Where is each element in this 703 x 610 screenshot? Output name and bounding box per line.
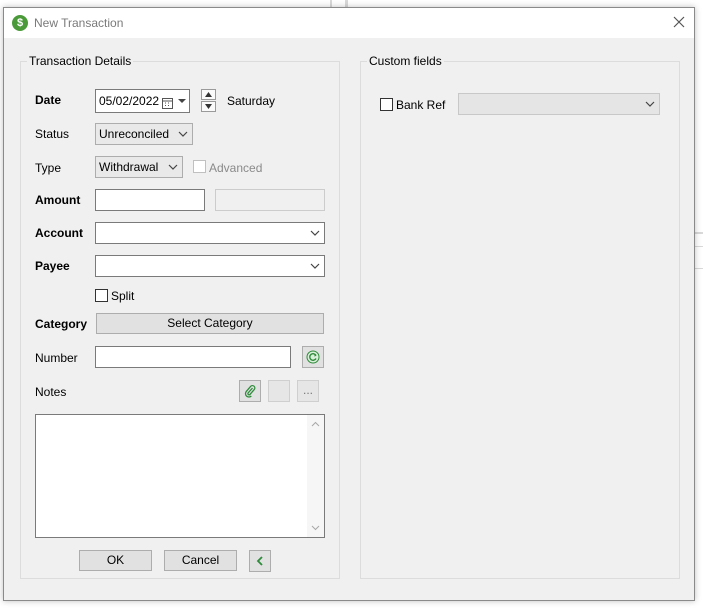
transaction-details-legend: Transaction Details: [29, 54, 132, 68]
cancel-button[interactable]: Cancel: [164, 550, 237, 571]
transaction-details-group: Transaction Details Date 05/02/2022 Satu…: [20, 54, 340, 579]
window-title: New Transaction: [34, 16, 124, 30]
category-label: Category: [35, 317, 88, 331]
amount-label: Amount: [35, 193, 81, 207]
account-label: Account: [35, 226, 83, 240]
date-picker[interactable]: 05/02/2022: [95, 89, 190, 113]
background-divider: [345, 0, 348, 7]
background-divider: [695, 246, 703, 247]
chevron-down-icon: [645, 94, 655, 114]
close-icon: [673, 16, 685, 28]
scroll-up-icon[interactable]: [307, 418, 324, 430]
type-value: Withdrawal: [99, 160, 159, 174]
custom-fields-group: Custom fields Bank Ref: [360, 54, 680, 579]
number-input[interactable]: [95, 346, 291, 368]
notes-textarea[interactable]: [35, 414, 325, 538]
custom-fields-legend: Custom fields: [369, 54, 442, 68]
background-divider: [695, 268, 703, 269]
amount-input[interactable]: [95, 189, 205, 211]
status-select[interactable]: Unreconciled: [95, 123, 193, 145]
dropdown-arrow-icon[interactable]: [178, 91, 186, 118]
chevron-down-icon: [310, 256, 320, 276]
number-label: Number: [35, 351, 78, 365]
refresh-icon: [306, 350, 320, 364]
split-label: Split: [111, 289, 135, 303]
status-label: Status: [35, 127, 70, 141]
background-divider: [330, 0, 332, 7]
chevron-down-icon: [178, 124, 188, 144]
bank-ref-checkbox[interactable]: [380, 98, 393, 111]
date-value: 05/02/2022: [99, 94, 160, 108]
chevron-down-icon: [310, 223, 320, 243]
advanced-label: Advanced: [209, 161, 263, 175]
background-divider: [695, 232, 703, 234]
bank-ref-select[interactable]: [458, 93, 660, 115]
type-label: Type: [35, 161, 62, 175]
date-spin-down-button[interactable]: [201, 101, 216, 112]
select-category-button[interactable]: Select Category: [96, 313, 324, 334]
new-transaction-dialog: $ New Transaction Transaction Details Da…: [3, 7, 695, 601]
notes-more-button[interactable]: ...: [297, 380, 319, 402]
split-checkbox[interactable]: [95, 289, 108, 302]
arrow-up-icon: [205, 92, 212, 97]
notes-scrollbar[interactable]: [307, 415, 324, 537]
ok-button[interactable]: OK: [79, 550, 152, 571]
dollar-icon: $: [12, 15, 28, 31]
date-spin-up-button[interactable]: [201, 89, 216, 100]
attach-button[interactable]: [239, 380, 261, 402]
paperclip-icon: [244, 384, 256, 398]
notes-label: Notes: [35, 385, 67, 399]
notes-blank-button[interactable]: [268, 380, 290, 402]
bank-ref-label: Bank Ref: [396, 98, 446, 112]
status-value: Unreconciled: [99, 127, 170, 141]
arrow-down-icon: [205, 104, 212, 109]
date-label: Date: [35, 93, 62, 107]
payee-label: Payee: [35, 259, 70, 273]
auto-number-button[interactable]: [302, 346, 324, 368]
calendar-icon[interactable]: [162, 94, 173, 116]
chevron-down-icon: [168, 157, 178, 177]
title-bar: $ New Transaction: [4, 8, 694, 38]
chevron-left-icon: [256, 556, 263, 566]
account-select[interactable]: [95, 222, 325, 244]
converted-amount-input: [215, 189, 325, 211]
close-button[interactable]: [670, 13, 688, 31]
type-select[interactable]: Withdrawal: [95, 156, 183, 178]
advanced-checkbox[interactable]: [193, 160, 206, 173]
collapse-custom-fields-button[interactable]: [249, 550, 271, 572]
scroll-down-icon[interactable]: [307, 522, 324, 534]
payee-select[interactable]: [95, 255, 325, 277]
weekday-label: Saturday: [227, 94, 276, 108]
